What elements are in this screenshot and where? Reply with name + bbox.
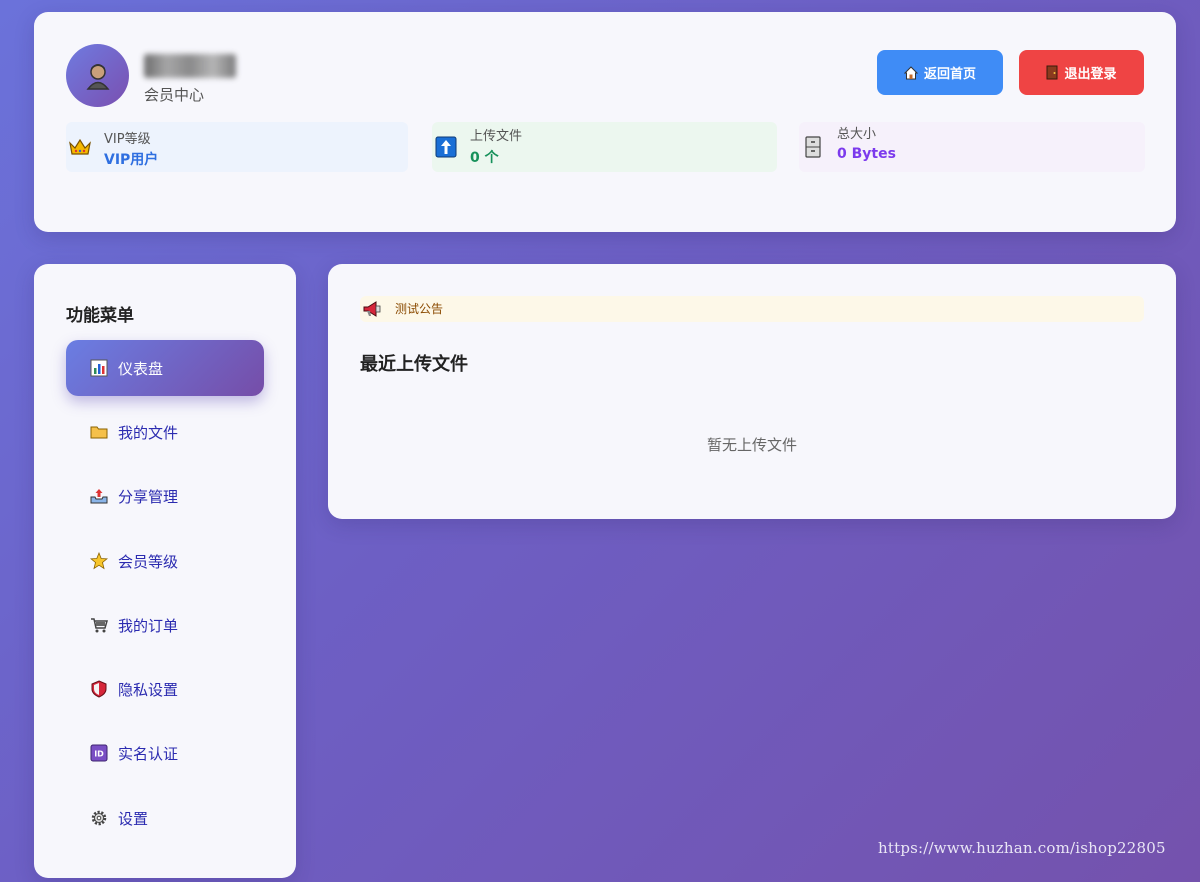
main-content-card: 测试公告 最近上传文件 暂无上传文件: [328, 264, 1176, 519]
upload-count-label: 上传文件: [470, 129, 523, 144]
avatar: [66, 44, 129, 107]
star-icon: [90, 552, 108, 570]
shield-icon: [91, 680, 107, 698]
username-blurred: [144, 54, 236, 78]
sidebar-item-label: 仪表盘: [118, 359, 164, 378]
member-center-label: 会员中心: [144, 86, 205, 104]
announcement-text: 测试公告: [395, 302, 444, 316]
house-icon: [903, 65, 918, 79]
sidebar-menu: 功能菜单 仪表盘 我的文件 分享管理 会员等级 我的订单 隐私设置 ID 实名认…: [34, 264, 296, 878]
stat-upload-count: 上传文件 0 个: [432, 122, 777, 172]
announcement-bar[interactable]: 测试公告: [360, 296, 1144, 322]
logout-button[interactable]: 退出登录: [1019, 50, 1144, 95]
svg-text:ID: ID: [94, 750, 104, 759]
user-avatar-icon: [85, 63, 110, 90]
id-icon: ID: [90, 744, 108, 762]
sidebar-item-label: 我的文件: [118, 423, 179, 442]
folder-icon: [90, 426, 108, 439]
sidebar-item-membership-level[interactable]: 会员等级: [66, 533, 264, 589]
recent-uploads-title: 最近上传文件: [360, 354, 468, 375]
door-icon: [1046, 65, 1058, 80]
vip-level-value: VIP用户: [104, 152, 159, 168]
sidebar-item-share-management[interactable]: 分享管理: [66, 468, 264, 524]
sidebar-item-my-orders[interactable]: 我的订单: [66, 597, 264, 653]
vip-level-label: VIP等级: [104, 132, 151, 147]
sidebar-item-privacy-settings[interactable]: 隐私设置: [66, 661, 264, 717]
upload-count-value: 0 个: [470, 150, 499, 166]
sidebar-item-label: 设置: [118, 809, 149, 828]
logout-button-label: 退出登录: [1064, 67, 1117, 82]
sidebar-item-label: 分享管理: [118, 487, 179, 506]
watermark-text: https://www.huzhan.com/ishop22805: [878, 839, 1166, 857]
up-arrow-icon: [435, 136, 457, 158]
home-button-label: 返回首页: [923, 67, 976, 82]
empty-state-text: 暂无上传文件: [706, 436, 797, 454]
stat-vip-level: VIP等级 VIP用户: [66, 122, 408, 172]
stat-total-size: 总大小 0 Bytes: [799, 122, 1145, 172]
outbox-tray-icon: [90, 489, 108, 504]
file-cabinet-icon: [805, 136, 821, 158]
bar-chart-icon: [90, 359, 108, 377]
megaphone-icon: [363, 301, 381, 317]
home-button[interactable]: 返回首页: [877, 50, 1003, 95]
sidebar-item-my-files[interactable]: 我的文件: [66, 404, 264, 460]
menu-title: 功能菜单: [66, 306, 134, 326]
crown-icon: [69, 138, 91, 155]
sidebar-item-dashboard[interactable]: 仪表盘: [66, 340, 264, 396]
user-header-card: 会员中心 返回首页 退出登录 VIP等级 VIP用户 上传文件 0 个 总大小 …: [34, 12, 1176, 232]
sidebar-item-real-name-verification[interactable]: ID 实名认证: [66, 725, 264, 781]
total-size-label: 总大小: [837, 127, 877, 142]
sidebar-item-label: 我的订单: [118, 616, 179, 635]
sidebar-item-label: 会员等级: [118, 552, 179, 571]
sidebar-item-settings[interactable]: 设置: [66, 790, 264, 846]
shopping-cart-icon: [91, 618, 108, 633]
total-size-value: 0 Bytes: [837, 146, 896, 162]
sidebar-item-label: 隐私设置: [118, 680, 179, 699]
gear-icon: [91, 810, 107, 826]
sidebar-item-label: 实名认证: [118, 744, 179, 763]
